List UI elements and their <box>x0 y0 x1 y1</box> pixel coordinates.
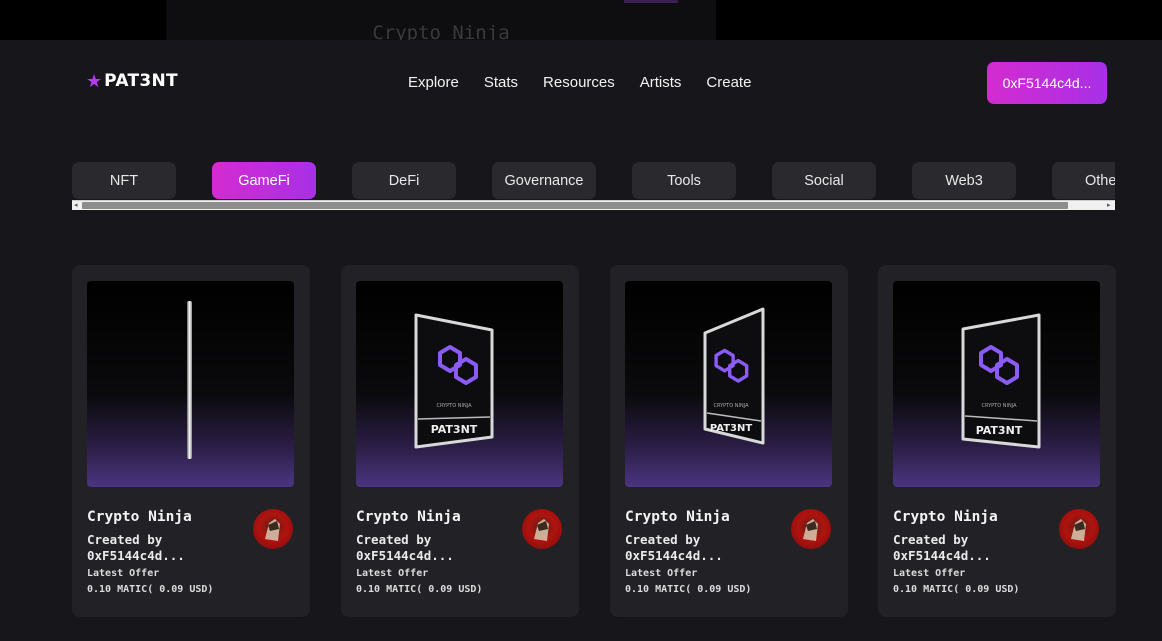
category-tabs: NFT GameFi DeFi Governance Tools Social … <box>72 162 1115 200</box>
scrollbar-thumb[interactable] <box>82 202 1068 209</box>
svg-text:PAT3NT: PAT3NT <box>431 423 478 436</box>
profile-avatar[interactable] <box>791 509 831 549</box>
svg-text:CRYPTO NINJA: CRYPTO NINJA <box>436 403 472 409</box>
background-accent <box>624 0 678 3</box>
logo-text: PAT3NT <box>104 71 178 91</box>
creator-address[interactable]: 0xF5144c4d... <box>625 548 723 563</box>
nft-card[interactable]: CRYPTO NINJA PAT3NT Crypto Ninja Created… <box>610 265 848 617</box>
offer-price: 0.10 MATIC( 0.09 USD) <box>893 584 1020 595</box>
created-by-label: Created by <box>87 532 163 547</box>
site-header: ★ PAT3NT Explore Stats Resources Artists… <box>0 40 1162 130</box>
nft-image[interactable]: CRYPTO NINJA PAT3NT <box>893 281 1100 487</box>
nav-create[interactable]: Create <box>706 74 751 91</box>
wallet-button[interactable]: 0xF5144c4d... <box>987 62 1107 104</box>
tab-tools[interactable]: Tools <box>632 162 736 199</box>
nav-artists[interactable]: Artists <box>640 74 682 91</box>
svg-text:PAT3NT: PAT3NT <box>976 424 1023 437</box>
profile-avatar[interactable] <box>522 509 562 549</box>
creator-address[interactable]: 0xF5144c4d... <box>893 548 991 563</box>
created-by-label: Created by <box>625 532 701 547</box>
svg-text:CRYPTO NINJA: CRYPTO NINJA <box>981 403 1017 409</box>
created-by-label: Created by <box>356 532 432 547</box>
offer-price: 0.10 MATIC( 0.09 USD) <box>625 584 752 595</box>
nft-image[interactable]: CRYPTO NINJA PAT3NT <box>625 281 832 487</box>
tab-web3[interactable]: Web3 <box>912 162 1016 199</box>
logo[interactable]: ★ PAT3NT <box>86 71 178 91</box>
nft-title: Crypto Ninja <box>87 509 192 525</box>
scroll-right-icon[interactable]: ▸ <box>1107 202 1111 210</box>
created-by-label: Created by <box>893 532 969 547</box>
creator-address[interactable]: 0xF5144c4d... <box>356 548 454 563</box>
background-card: Crypto Ninja <box>166 0 716 40</box>
latest-offer-label: Latest Offer <box>893 568 966 579</box>
creator-address[interactable]: 0xF5144c4d... <box>87 548 185 563</box>
nft-card[interactable]: Crypto Ninja Created by 0xF5144c4d... La… <box>72 265 310 617</box>
latest-offer-label: Latest Offer <box>356 568 429 579</box>
tab-governance[interactable]: Governance <box>492 162 596 199</box>
latest-offer-label: Latest Offer <box>87 568 160 579</box>
background-overlay: Crypto Ninja <box>0 0 1162 40</box>
tab-nft[interactable]: NFT <box>72 162 176 199</box>
tab-other[interactable]: Othe <box>1052 162 1115 199</box>
background-card-title: Crypto Ninja <box>372 22 510 40</box>
nft-image[interactable] <box>87 281 294 487</box>
offer-price: 0.10 MATIC( 0.09 USD) <box>87 584 214 595</box>
svg-text:PAT3NT: PAT3NT <box>710 423 753 434</box>
profile-avatar[interactable] <box>253 509 293 549</box>
nft-card[interactable]: CRYPTO NINJA PAT3NT Crypto Ninja Created… <box>341 265 579 617</box>
scroll-left-icon[interactable]: ◂ <box>74 202 78 210</box>
nft-title: Crypto Ninja <box>893 509 998 525</box>
offer-price: 0.10 MATIC( 0.09 USD) <box>356 584 483 595</box>
tab-social[interactable]: Social <box>772 162 876 199</box>
nft-title: Crypto Ninja <box>356 509 461 525</box>
nav-explore[interactable]: Explore <box>408 74 459 91</box>
star-icon: ★ <box>86 71 103 91</box>
nft-card[interactable]: CRYPTO NINJA PAT3NT Crypto Ninja Created… <box>878 265 1116 617</box>
profile-avatar[interactable] <box>1059 509 1099 549</box>
nft-title: Crypto Ninja <box>625 509 730 525</box>
nav-stats[interactable]: Stats <box>484 74 518 91</box>
tab-gamefi[interactable]: GameFi <box>212 162 316 199</box>
nft-image[interactable]: CRYPTO NINJA PAT3NT <box>356 281 563 487</box>
nav-resources[interactable]: Resources <box>543 74 615 91</box>
category-scrollbar[interactable]: ◂ ▸ <box>72 200 1115 210</box>
svg-text:CRYPTO NINJA: CRYPTO NINJA <box>713 403 749 409</box>
main-nav: Explore Stats Resources Artists Create <box>408 74 751 91</box>
tab-defi[interactable]: DeFi <box>352 162 456 199</box>
latest-offer-label: Latest Offer <box>625 568 698 579</box>
